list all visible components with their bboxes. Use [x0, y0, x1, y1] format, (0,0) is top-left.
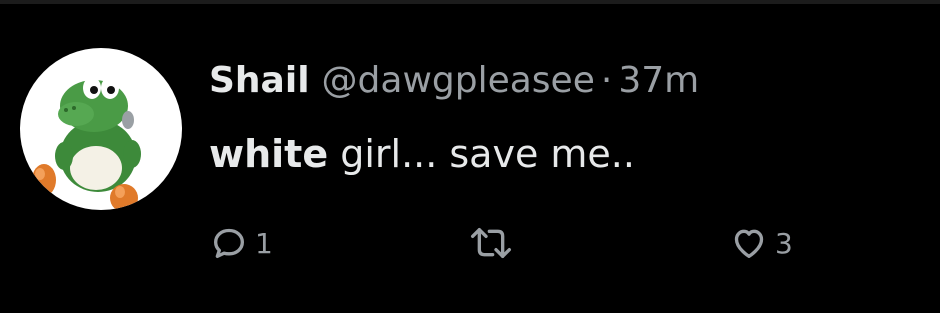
- tweet-text-rest: girl... save me..: [328, 132, 635, 176]
- retweet-icon: [470, 228, 511, 258]
- like-count: 3: [775, 226, 793, 260]
- like-button[interactable]: 3: [729, 218, 793, 268]
- tweet-header: Shail @dawgpleasee · 37m: [209, 56, 699, 106]
- separator-dot: ·: [600, 60, 613, 101]
- tweet-actions: 1 3: [209, 218, 849, 268]
- reply-bubble-icon: [214, 228, 244, 258]
- tweet[interactable]: Shail @dawgpleasee · 37m white girl... s…: [0, 0, 940, 313]
- user-handle[interactable]: @dawgpleasee: [322, 56, 595, 106]
- retweet-button[interactable]: [469, 218, 519, 268]
- reply-count: 1: [255, 226, 273, 260]
- tweet-text: white girl... save me..: [209, 128, 635, 180]
- display-name[interactable]: Shail: [209, 56, 310, 106]
- avatar[interactable]: [20, 48, 182, 210]
- reply-button[interactable]: 1: [209, 218, 273, 268]
- avatar-yoshi-image: [32, 77, 141, 210]
- tweet-text-bold: white: [209, 132, 329, 176]
- heart-icon: [734, 229, 764, 258]
- timestamp[interactable]: 37m: [618, 56, 699, 106]
